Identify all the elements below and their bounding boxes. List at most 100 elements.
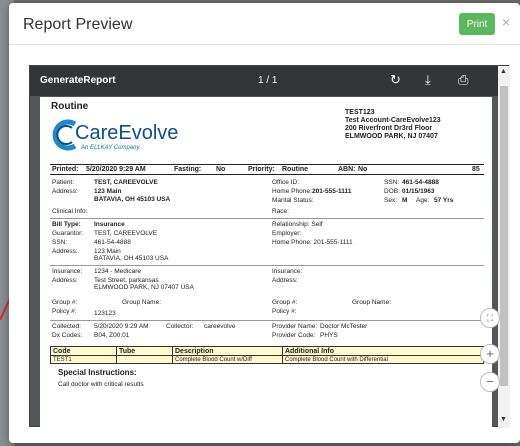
printed-bar: Printed: 5/20/2020 9:29 AM Fasting: No P…: [50, 164, 484, 175]
sex-value: M: [402, 197, 408, 204]
guarantor-address-line2: BATAVIA, OH 45103 USA: [94, 255, 169, 262]
insurance-label: Insurance:: [52, 268, 83, 275]
sex-label: Sex:: [384, 197, 398, 204]
address-line2: BATAVIA, OH 45103 USA: [94, 196, 171, 203]
guarantor-ssn-label: SSN:: [52, 239, 68, 246]
account-line: 200 Riverfront Dr3rd Floor: [345, 125, 433, 132]
patient-label: Patient:: [52, 179, 75, 186]
table-header: Additional Info: [282, 346, 484, 356]
collected-value: 5/20/2020 9:29 AM: [94, 323, 149, 330]
zoom-out-icon[interactable]: −: [480, 372, 500, 392]
group-label: Group #:: [52, 299, 78, 306]
dob-label: DOB:: [384, 188, 400, 195]
provider-name-value: Doctor McTester: [320, 323, 368, 330]
guarantor-home-phone: Home Phone: 201-555-1111: [272, 239, 353, 246]
age-label: Age:: [416, 197, 430, 204]
office-id-label: Office ID:: [272, 179, 299, 186]
abn-label: ABN:: [338, 166, 356, 173]
account-line: ELMWOOD PARK, NJ 07407: [345, 133, 438, 140]
table-header: Code: [50, 346, 117, 356]
table-header: Tube: [116, 346, 173, 356]
page-indicator: 1 / 1: [258, 75, 278, 86]
modal-title: Report Preview: [23, 16, 133, 33]
group-name-label: Group Name:: [122, 299, 162, 306]
print-icon[interactable]: ⎙: [458, 72, 468, 88]
pdf-scrollbar[interactable]: ▲ ▼: [498, 66, 510, 428]
provider-code-label: Provider Code:: [272, 332, 316, 339]
address-label: Address:: [52, 188, 78, 195]
fasting-value: No: [216, 166, 226, 173]
home-phone-label: Home Phone:: [272, 188, 312, 195]
logo-text: CareEvolve: [75, 122, 179, 144]
ssn-value: 461-54-4888: [402, 179, 439, 186]
relationship-label: Relationship: Self: [272, 221, 323, 228]
scroll-thumb[interactable]: [500, 86, 508, 386]
ssn-label: SSN:: [384, 179, 400, 186]
pdf-viewer: GenerateReport 1 / 1 ↻ ⤓ ⎙ ▲ ▼ Routine C…: [29, 65, 510, 428]
table-cell: Complete Blood Count w/Diff: [172, 355, 283, 364]
insurance-address-line2: ELMWOOD PARK, NJ 07407 USA: [94, 284, 194, 291]
download-icon[interactable]: ⤓: [425, 72, 431, 88]
account-line: TEST123: [345, 109, 375, 116]
table-cell: TEST1: [50, 355, 117, 364]
account-line: Test Account-CareEvolve123: [345, 117, 441, 124]
policy2-label: Policy #:: [272, 308, 297, 315]
fit-page-icon[interactable]: ⛶: [480, 308, 500, 328]
guarantor-address-label: Address:: [52, 248, 78, 255]
dob-value: 01/15/1963: [402, 188, 435, 195]
printed-label: Printed:: [52, 166, 79, 173]
insurance2-label: Insurance:: [272, 268, 303, 275]
divider: [50, 265, 484, 266]
fasting-label: Fasting:: [174, 166, 202, 173]
clinical-info-label: Clinical Info:: [52, 208, 88, 215]
collector-value: careevolve: [204, 323, 236, 330]
guarantor-label: Guarantor:: [52, 230, 84, 237]
collected-label: Collected:: [52, 323, 81, 330]
policy-value: 123123: [94, 310, 116, 317]
table-header-row: Code Tube Description Additional Info: [50, 346, 484, 356]
guarantor-value: TEST, CAREEVOLVE: [94, 230, 158, 237]
insurance-value: 1234 - Medicare: [94, 268, 141, 275]
logo-tagline: An ELLKAY Company.: [81, 145, 141, 151]
bill-type-value: Insurance: [94, 221, 125, 228]
policy-label: Policy #:: [52, 308, 77, 315]
insurance-address-label: Address:: [52, 277, 78, 284]
insurance2-address-label: Address:: [272, 277, 298, 284]
race-label: Race:: [272, 208, 289, 215]
dx-codes-label: Dx Codes:: [52, 332, 83, 339]
printed-value: 5/20/2020 9:29 AM: [86, 166, 146, 173]
test-code-table: Code Tube Description Additional Info TE…: [50, 346, 484, 364]
provider-name-label: Provider Name:: [272, 323, 318, 330]
scroll-up-icon[interactable]: ▲: [500, 68, 507, 75]
priority-value: Routine: [282, 166, 309, 173]
zoom-in-icon[interactable]: +: [480, 344, 500, 364]
group-name2-label: Group Name:: [352, 299, 392, 306]
report-priority-heading: Routine: [51, 101, 89, 112]
bill-type-label: Bill Type:: [52, 221, 81, 228]
close-icon[interactable]: ×: [502, 14, 510, 30]
guarantor-ssn-value: 461-54-4888: [94, 239, 131, 246]
address-line1: 123 Main: [94, 188, 122, 195]
priority-label: Priority:: [248, 166, 275, 173]
pdf-toolbar: GenerateReport 1 / 1 ↻ ⤓ ⎙: [30, 66, 498, 96]
careevolve-logo: CareEvolve An ELLKAY Company.: [51, 117, 181, 157]
report-page: Routine CareEvolve An ELLKAY Company. TE…: [40, 97, 492, 428]
provider-code-value: PHYS: [320, 332, 338, 339]
print-button[interactable]: Print: [459, 13, 495, 35]
pdf-title: GenerateReport: [40, 75, 116, 86]
special-instructions-text: Call doctor with critical results: [58, 381, 144, 388]
home-phone-value: 201-555-1111: [312, 188, 352, 195]
table-header: Description: [172, 346, 283, 356]
abn-value: No: [358, 166, 368, 173]
report-preview-modal: Report Preview Print × GenerateReport 1 …: [9, 3, 520, 443]
special-instructions-label: Special Instructions:: [58, 368, 137, 377]
divider: [50, 218, 484, 219]
account-block: TEST123 Test Account-CareEvolve123 200 R…: [345, 109, 441, 141]
insurance-address-line1: Test Street, parkansas: [94, 277, 159, 284]
table-cell: [116, 355, 173, 364]
scroll-down-icon[interactable]: ▼: [500, 416, 507, 423]
rotate-icon[interactable]: ↻: [390, 72, 401, 88]
marital-status-label: Marital Status:: [272, 197, 314, 204]
age-value: 57 Yrs: [434, 197, 454, 204]
dx-codes-value: B04, Z00.01: [94, 332, 130, 339]
